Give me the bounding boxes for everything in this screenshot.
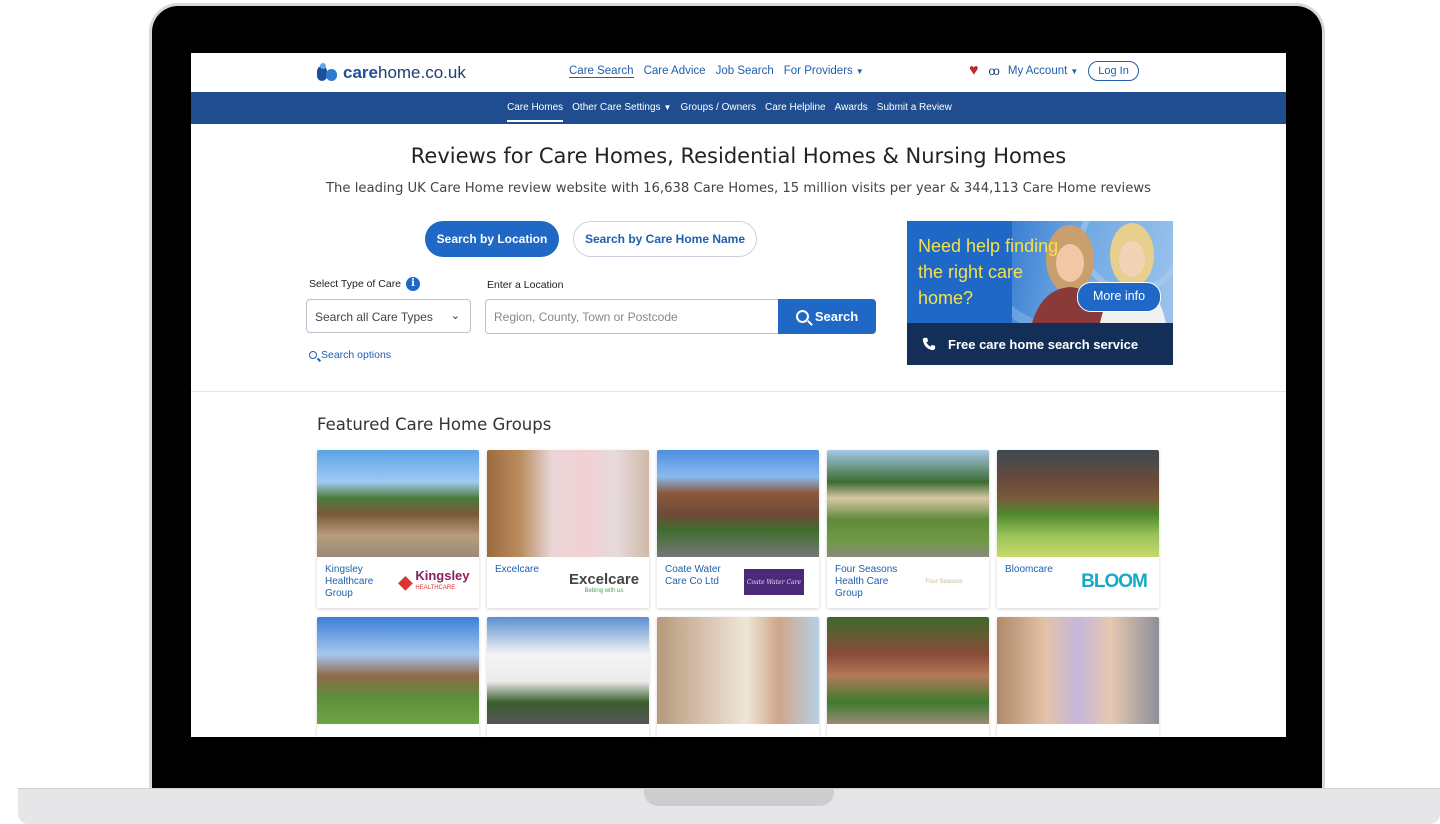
subnav-care-helpline[interactable]: Care Helpline bbox=[765, 102, 826, 122]
login-button[interactable]: Log In bbox=[1088, 61, 1139, 81]
group-logo: Coate Water Care bbox=[739, 565, 809, 599]
group-card[interactable] bbox=[487, 617, 649, 737]
browser-screen: carehome.co.uk Care Search Care Advice J… bbox=[191, 53, 1286, 737]
group-photo bbox=[657, 450, 819, 557]
group-photo bbox=[317, 617, 479, 724]
group-photo bbox=[487, 617, 649, 724]
secondary-navigation: Care Homes Other Care Settings ▼ Groups /… bbox=[191, 92, 1286, 124]
logo-mark-icon bbox=[317, 63, 339, 83]
group-name: Four Seasons Health Care Group bbox=[835, 564, 898, 599]
main-nav-links: Care Search Care Advice Job Search For P… bbox=[569, 65, 864, 78]
zoom-icon bbox=[309, 351, 317, 359]
search-by-location-tab[interactable]: Search by Location bbox=[425, 221, 559, 257]
nav-job-search[interactable]: Job Search bbox=[716, 65, 774, 78]
group-name: Coate Water Care Co Ltd bbox=[665, 564, 721, 587]
chevron-down-icon: ⌄ bbox=[450, 310, 460, 322]
subnav-groups-owners[interactable]: Groups / Owners bbox=[680, 102, 756, 122]
chevron-down-icon: ▼ bbox=[855, 67, 864, 76]
advert-footer-text: Free care home search service bbox=[948, 336, 1139, 352]
page-subtitle: The leading UK Care Home review website … bbox=[326, 181, 1151, 196]
nav-care-advice[interactable]: Care Advice bbox=[644, 65, 706, 78]
laptop-notch bbox=[644, 789, 834, 806]
search-by-name-tab[interactable]: Search by Care Home Name bbox=[573, 221, 757, 257]
care-type-label: Select Type of Care i bbox=[309, 277, 421, 291]
nav-care-search[interactable]: Care Search bbox=[569, 65, 634, 78]
group-card[interactable] bbox=[317, 617, 479, 737]
group-photo bbox=[487, 450, 649, 557]
group-photo bbox=[827, 617, 989, 724]
group-card-bloomcare[interactable]: Bloomcare BLOOM bbox=[997, 450, 1159, 608]
subnav-submit-review[interactable]: Submit a Review bbox=[877, 102, 952, 122]
subnav-care-homes[interactable]: Care Homes bbox=[507, 102, 564, 122]
group-photo bbox=[317, 450, 479, 557]
account-area: ♥ oo My Account ▼ Log In bbox=[969, 61, 1139, 81]
subnav-links: Care Homes Other Care Settings ▼ Groups /… bbox=[507, 102, 952, 122]
group-logo: Excelcare Bebing with us bbox=[568, 570, 640, 594]
chevron-down-icon: ▼ bbox=[663, 103, 672, 112]
group-logo: BLOOM bbox=[1081, 571, 1148, 592]
subnav-other-care-settings[interactable]: Other Care Settings ▼ bbox=[572, 102, 671, 122]
group-card-excelcare[interactable]: Excelcare Excelcare Bebing with us bbox=[487, 450, 649, 608]
search-icon bbox=[795, 310, 809, 323]
group-card[interactable] bbox=[657, 617, 819, 737]
my-account-menu[interactable]: My Account ▼ bbox=[1008, 65, 1078, 77]
site-logo[interactable]: carehome.co.uk bbox=[317, 63, 466, 83]
group-name: Bloomcare bbox=[1005, 564, 1053, 575]
group-photo bbox=[827, 450, 989, 557]
group-photo bbox=[657, 617, 819, 724]
subnav-awards[interactable]: Awards bbox=[835, 102, 868, 122]
laptop-base bbox=[18, 788, 1440, 824]
group-card-kingsley[interactable]: Kingsley Healthcare Group ◆ Kingsley HEALT… bbox=[317, 450, 479, 608]
help-advert[interactable]: Need help finding the right care home? M… bbox=[907, 221, 1173, 365]
more-info-button[interactable]: More info bbox=[1077, 282, 1161, 312]
top-navigation: carehome.co.uk Care Search Care Advice J… bbox=[191, 53, 1286, 92]
group-card[interactable] bbox=[997, 617, 1159, 737]
care-type-select[interactable]: Search all Care Types ⌄ bbox=[306, 299, 471, 333]
location-label: Enter a Location bbox=[487, 279, 564, 291]
location-input[interactable] bbox=[485, 299, 778, 334]
glasses-icon[interactable]: oo bbox=[989, 64, 1000, 78]
search-options-link[interactable]: Search options bbox=[309, 349, 391, 361]
heart-icon[interactable]: ♥ bbox=[969, 62, 979, 80]
group-logo: Four Seasons bbox=[925, 579, 963, 585]
group-photo bbox=[997, 617, 1159, 724]
chevron-down-icon: ▼ bbox=[1070, 67, 1079, 76]
page-title: Reviews for Care Homes, Residential Home… bbox=[410, 144, 1067, 168]
group-logo: ◆ Kingsley HEALTHCARE bbox=[398, 568, 470, 592]
featured-groups-title: Featured Care Home Groups bbox=[317, 415, 552, 434]
nav-for-providers[interactable]: For Providers ▼ bbox=[784, 65, 864, 78]
group-card[interactable] bbox=[827, 617, 989, 737]
info-icon[interactable]: i bbox=[406, 277, 421, 291]
group-name: Excelcare bbox=[495, 564, 539, 575]
logo-text: carehome.co.uk bbox=[343, 63, 466, 82]
search-button[interactable]: Search bbox=[778, 299, 876, 334]
section-divider bbox=[191, 391, 1286, 392]
advert-headline: Need help finding the right care home? bbox=[918, 236, 1059, 308]
advert-footer: Free care home search service bbox=[907, 323, 1173, 365]
group-name: Kingsley Healthcare Group bbox=[325, 564, 374, 599]
group-card-coate-water[interactable]: Coate Water Care Co Ltd Coate Water Care bbox=[657, 450, 819, 608]
group-photo bbox=[997, 450, 1159, 557]
group-card-four-seasons[interactable]: Four Seasons Health Care Group Four Seas… bbox=[827, 450, 989, 608]
phone-icon bbox=[922, 337, 936, 351]
